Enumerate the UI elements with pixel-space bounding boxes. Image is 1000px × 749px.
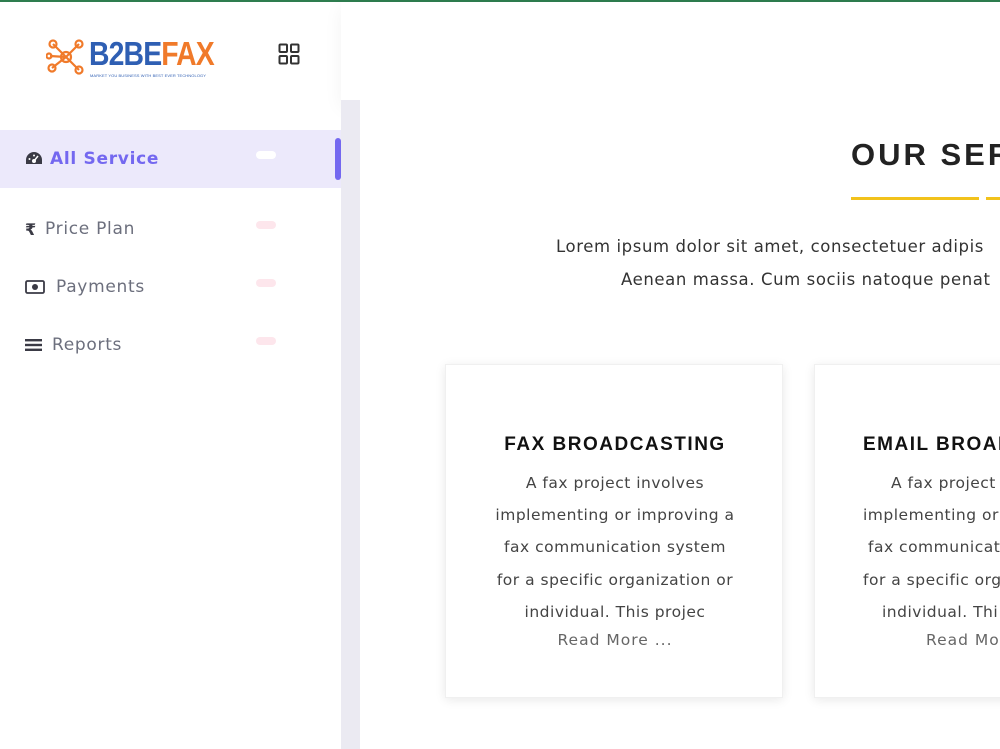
card-text-line: fax communicat — [868, 538, 1000, 557]
service-card-email-broadcasting: EMAIL BROAD A fax project implementing o… — [814, 364, 1000, 698]
content-gutter — [341, 100, 360, 749]
logo-wordmark: B2BEFAX — [89, 35, 215, 72]
section-title: OUR SER — [851, 137, 1000, 172]
intro-line: Aenean massa. Cum sociis natoque penat — [621, 270, 991, 289]
card-text-line: for a specific organization or — [496, 570, 734, 589]
card-text-line: implementing or — [863, 506, 999, 525]
brand-area: B2BEFAX MARKET YOU BUSINESS WITH BEST EV… — [0, 2, 341, 112]
read-more-link[interactable]: Read Mo — [926, 631, 1000, 649]
sidebar: B2BEFAX MARKET YOU BUSINESS WITH BEST EV… — [0, 2, 341, 749]
card-description: A fax project involves implementing or i… — [446, 467, 784, 628]
title-underline — [851, 197, 979, 200]
sidebar-menu: All Service ₹ Price Plan Payments Report… — [0, 130, 341, 374]
title-underline-accent — [986, 197, 1000, 200]
card-title: FAX BROADCASTING — [504, 434, 726, 455]
sidebar-item-payments[interactable]: Payments — [0, 258, 341, 316]
card-text-line: A fax project — [891, 474, 996, 492]
logo[interactable]: B2BEFAX MARKET YOU BUSINESS WITH BEST EV… — [46, 36, 216, 82]
list-icon — [25, 338, 47, 352]
sidebar-item-badge — [256, 279, 276, 287]
grid-menu-icon[interactable] — [277, 42, 301, 66]
network-logo-icon — [46, 39, 84, 75]
sidebar-item-label: Payments — [56, 277, 145, 297]
card-text-line: individual. This projec — [524, 602, 706, 621]
read-more-link[interactable]: Read More ... — [446, 631, 784, 649]
dashboard-icon — [25, 151, 45, 167]
service-card-fax-broadcasting: FAX BROADCASTING A fax project involves … — [445, 364, 783, 698]
rupee-icon: ₹ — [25, 219, 37, 239]
logo-tagline: MARKET YOU BUSINESS WITH BEST EVER TECHN… — [90, 73, 207, 78]
logo-text-b2be: B2BE — [89, 35, 162, 72]
sidebar-item-badge — [256, 221, 276, 229]
sidebar-item-all-service[interactable]: All Service — [0, 130, 341, 188]
card-text-line: A fax project involves — [525, 474, 705, 492]
sidebar-item-reports[interactable]: Reports — [0, 316, 341, 374]
card-title: EMAIL BROAD — [863, 434, 1000, 455]
card-description: A fax project implementing or fax commun… — [863, 467, 1000, 628]
sidebar-item-label: Price Plan — [45, 219, 136, 239]
main-content: OUR SER Lorem ipsum dolor sit amet, cons… — [360, 102, 1000, 749]
card-text-line: implementing or improving a — [495, 506, 735, 525]
section-intro: Lorem ipsum dolor sit amet, consectetuer… — [530, 230, 1000, 296]
top-header — [341, 2, 1000, 102]
card-text-line: fax communication system — [504, 538, 726, 557]
logo-text-fax: FAX — [161, 35, 214, 72]
card-text-line: for a specific org — [863, 570, 1000, 589]
sidebar-item-price-plan[interactable]: ₹ Price Plan — [0, 200, 341, 258]
sidebar-item-badge — [256, 151, 276, 159]
card-text-line: individual. Thi — [882, 602, 999, 621]
sidebar-item-label: Reports — [52, 335, 123, 355]
intro-line: Lorem ipsum dolor sit amet, consectetuer… — [556, 237, 984, 256]
sidebar-item-label: All Service — [50, 149, 160, 169]
money-icon — [25, 280, 51, 294]
sidebar-item-badge — [256, 337, 276, 345]
